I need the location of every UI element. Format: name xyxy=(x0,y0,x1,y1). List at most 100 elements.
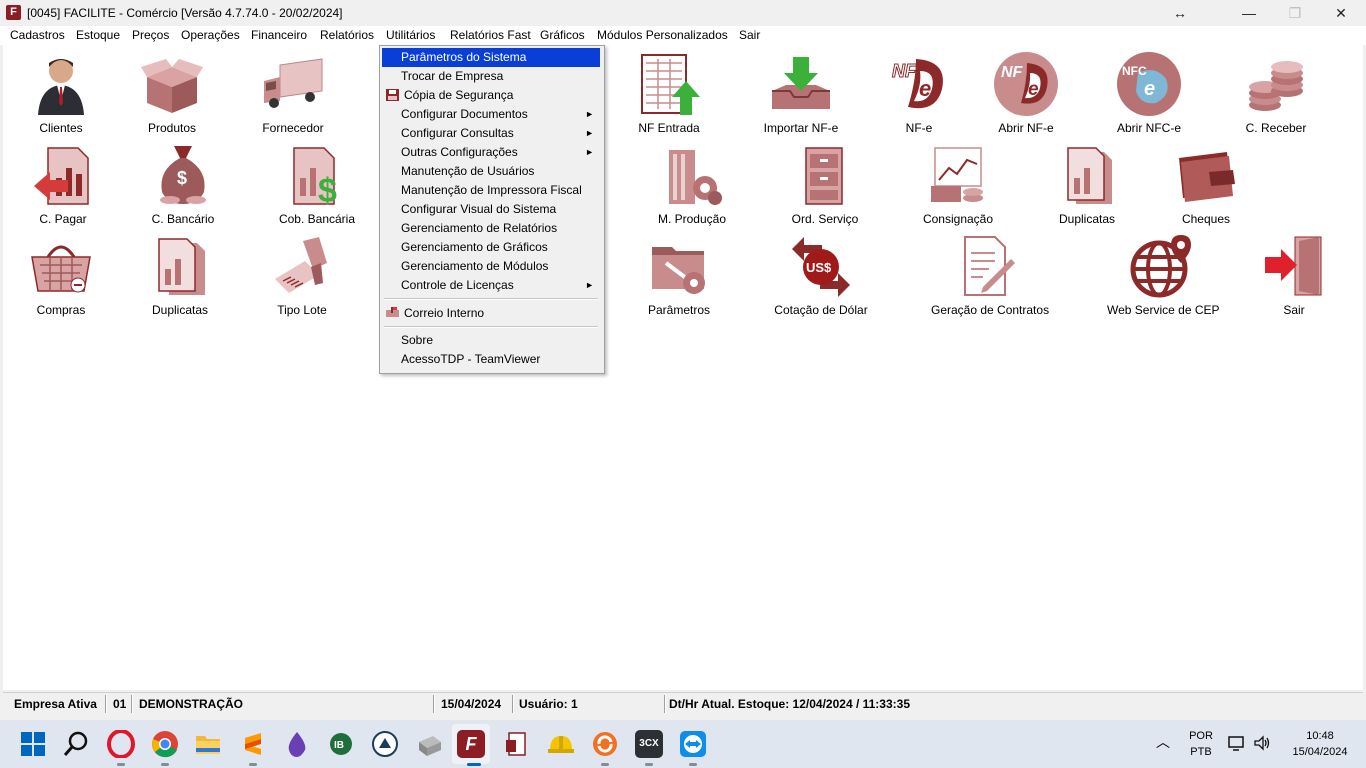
shortcut-nf-entrada[interactable]: NF Entrada xyxy=(614,51,724,135)
crystal-app-icon[interactable] xyxy=(283,730,311,758)
shortcut-clientes[interactable]: Clientes xyxy=(6,51,116,135)
facilite-app-icon[interactable]: F xyxy=(457,730,485,758)
menu-utilitarios[interactable]: Utilitários xyxy=(380,27,442,44)
shortcut-abrir-nfe[interactable]: NF e Abrir NF-e xyxy=(971,51,1081,135)
shortcut-parametros[interactable]: Parâmetros xyxy=(624,233,734,317)
shortcut-duplicatas[interactable]: Duplicatas xyxy=(125,233,235,317)
menu-precos[interactable]: Preços xyxy=(126,27,175,44)
menu-financeiro[interactable]: Financeiro xyxy=(245,27,313,44)
hardhat-app-icon[interactable] xyxy=(547,730,575,758)
interbase-app-icon[interactable]: IB xyxy=(327,730,355,758)
menu-item-copia-seguranca[interactable]: Cópia de Segurança xyxy=(382,86,600,105)
menu-modulos-personalizados[interactable]: Módulos Personalizados xyxy=(591,27,734,44)
menu-item-sobre[interactable]: Sobre xyxy=(382,331,600,350)
menu-item-configurar-visual[interactable]: Configurar Visual do Sistema xyxy=(382,200,600,219)
menu-item-correio-interno[interactable]: Correio Interno xyxy=(382,304,600,323)
search-icon[interactable] xyxy=(62,730,90,758)
money-bag-icon: $ xyxy=(160,146,206,204)
menu-operacoes[interactable]: Operações xyxy=(175,27,246,44)
status-divider xyxy=(433,695,435,713)
document-app-icon[interactable] xyxy=(503,730,531,758)
menu-item-manutencao-impressora[interactable]: Manutenção de Impressora Fiscal xyxy=(382,181,600,200)
volume-icon[interactable] xyxy=(1253,735,1271,751)
opera-browser-icon[interactable] xyxy=(107,730,135,758)
menu-item-outras-configuracoes[interactable]: Outras Configurações ► xyxy=(382,143,600,162)
menu-item-gerenciamento-graficos[interactable]: Gerenciamento de Gráficos xyxy=(382,238,600,257)
shortcut-cotacao-dolar[interactable]: US$ Cotação de Dólar xyxy=(766,233,876,317)
remote-access-icon[interactable] xyxy=(371,730,399,758)
menu-estoque[interactable]: Estoque xyxy=(70,27,126,44)
shortcut-label: Tipo Lote xyxy=(277,303,327,317)
menu-item-gerenciamento-modulos[interactable]: Gerenciamento de Módulos xyxy=(382,257,600,276)
menu-item-acesso-teamviewer[interactable]: AcessoTDP - TeamViewer xyxy=(382,350,600,369)
3cx-phone-icon[interactable]: 3CX xyxy=(635,730,663,758)
show-hidden-icons-chevron[interactable]: ︿ xyxy=(1156,732,1170,752)
network-icon[interactable] xyxy=(1228,735,1246,751)
menu-item-configurar-consultas[interactable]: Configurar Consultas ► xyxy=(382,124,600,143)
close-button[interactable]: ✕ xyxy=(1318,0,1364,26)
menu-separator xyxy=(384,298,598,300)
window-title: [0045] FACILITE - Comércio [Versão 4.7.7… xyxy=(27,6,343,20)
menu-item-manutencao-usuarios[interactable]: Manutenção de Usuários xyxy=(382,162,600,181)
submenu-arrow-icon: ► xyxy=(585,147,594,157)
shortcut-consignacao[interactable]: Consignação xyxy=(903,142,1013,226)
svg-text:NF: NF xyxy=(1001,64,1024,81)
shortcut-sair[interactable]: Sair xyxy=(1239,233,1349,317)
clock-date[interactable]: 15/04/2024 xyxy=(1280,746,1360,758)
shortcut-produtos[interactable]: Produtos xyxy=(117,51,227,135)
minimize-button[interactable]: — xyxy=(1226,0,1272,26)
mailbox-icon xyxy=(386,307,399,317)
teamviewer-icon[interactable] xyxy=(679,730,707,758)
sync-app-icon[interactable] xyxy=(591,730,619,758)
language-indicator-top[interactable]: POR xyxy=(1184,730,1218,742)
clock-time[interactable]: 10:48 xyxy=(1280,730,1360,742)
shortcut-label: M. Produção xyxy=(657,212,727,226)
menu-item-configurar-documentos[interactable]: Configurar Documentos ► xyxy=(382,105,600,124)
menu-relatorios-fast[interactable]: Relatórios Fast xyxy=(444,27,537,44)
shortcut-web-service-cep[interactable]: Web Service de CEP xyxy=(1107,233,1220,317)
language-indicator-bottom[interactable]: PTB xyxy=(1184,746,1218,758)
shortcut-fornecedor[interactable]: Fornecedor xyxy=(238,51,348,135)
submenu-arrow-icon: ► xyxy=(585,109,594,119)
svg-text:NFC: NFC xyxy=(1122,64,1147,78)
shortcut-label: Geração de Contratos xyxy=(931,303,1050,317)
shortcut-ord-servico[interactable]: Ord. Serviço xyxy=(770,142,880,226)
shortcut-c-bancario[interactable]: $ C. Bancário xyxy=(128,142,238,226)
open-nfce-icon: NFC e xyxy=(1117,52,1181,116)
shortcut-m-producao[interactable]: M. Produção xyxy=(637,142,747,226)
status-empresa-code: 01 xyxy=(113,697,127,711)
shortcut-compras[interactable]: Compras xyxy=(6,233,116,317)
shortcut-label: Cotação de Dólar xyxy=(774,303,868,317)
shortcut-geracao-contratos[interactable]: Geração de Contratos xyxy=(931,233,1050,317)
menu-item-controle-licencas[interactable]: Controle de Licenças ► xyxy=(382,276,600,295)
shortcut-tipo-lote[interactable]: Tipo Lote xyxy=(247,233,357,317)
shortcut-c-pagar[interactable]: C. Pagar xyxy=(8,142,118,226)
shortcut-abrir-nfce[interactable]: NFC e Abrir NFC-e xyxy=(1094,51,1204,135)
chrome-browser-icon[interactable] xyxy=(151,730,179,758)
contract-pen-icon xyxy=(964,236,1015,296)
maximize-button[interactable]: ❐ xyxy=(1272,0,1318,26)
menu-relatorios[interactable]: Relatórios xyxy=(314,27,380,44)
menu-item-gerenciamento-relatorios[interactable]: Gerenciamento de Relatórios xyxy=(382,219,600,238)
shortcut-cob-bancaria[interactable]: $ Cob. Bancária xyxy=(262,142,372,226)
menu-graficos[interactable]: Gráficos xyxy=(534,27,591,44)
menu-item-trocar-empresa[interactable]: Trocar de Empresa xyxy=(382,67,600,86)
chart-money-icon xyxy=(931,147,983,202)
status-divider xyxy=(131,695,133,713)
status-empresa-name: DEMONSTRAÇÃO xyxy=(139,697,243,711)
open-nfe-icon: NF e xyxy=(994,52,1058,116)
sublime-text-icon[interactable] xyxy=(239,730,267,758)
file-explorer-icon[interactable] xyxy=(194,730,222,758)
shortcut-nfe[interactable]: NF e NF-e xyxy=(864,51,974,135)
menu-item-parametros-sistema[interactable]: Parâmetros do Sistema xyxy=(382,48,600,67)
shortcut-cheques[interactable]: Cheques xyxy=(1151,142,1261,226)
menu-cadastros[interactable]: Cadastros xyxy=(4,27,71,44)
svg-text:e: e xyxy=(1144,78,1155,100)
windows-start-icon[interactable] xyxy=(19,730,47,758)
shortcut-duplicatas-top[interactable]: Duplicatas xyxy=(1032,142,1142,226)
menu-sair[interactable]: Sair xyxy=(733,27,766,44)
shortcut-importar-nfe[interactable]: Importar NF-e xyxy=(746,51,856,135)
printer-app-icon[interactable] xyxy=(415,730,443,758)
document-chart-icon xyxy=(158,238,205,295)
shortcut-c-receber[interactable]: C. Receber xyxy=(1221,51,1331,135)
